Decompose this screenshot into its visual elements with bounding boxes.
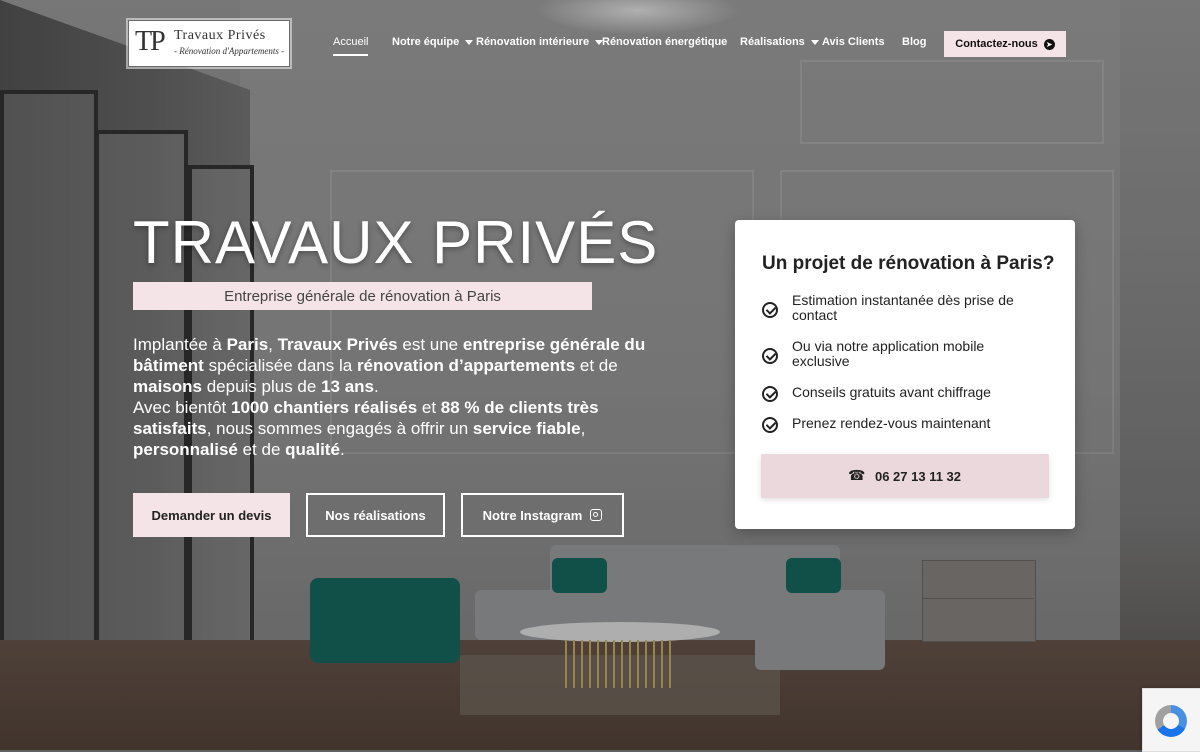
hero-emphasis: qualité: [285, 440, 340, 459]
chevron-down-icon: [810, 39, 819, 45]
hero-text-segment: depuis plus de: [201, 377, 322, 396]
nav-item-label: Avis Clients: [822, 36, 885, 48]
nav-item-label: Rénovation énergétique: [602, 36, 728, 48]
request-quote-button[interactable]: Demander un devis: [133, 493, 290, 537]
nav-item-renovation-energetique[interactable]: Rénovation énergétique: [602, 36, 727, 48]
hero-emphasis: service fiable: [472, 419, 581, 438]
hero-text-segment: et de: [237, 440, 286, 459]
card-item: Estimation instantanée dès prise de cont…: [792, 292, 1014, 323]
recaptcha-icon: [1155, 705, 1187, 737]
nav-item-avis-clients[interactable]: Avis Clients: [822, 36, 885, 48]
hero-text-segment: et de: [575, 356, 618, 375]
hero-text-segment: Implantée à: [133, 335, 227, 354]
hero-text-segment: et: [417, 398, 441, 417]
hero-text-segment: ,: [580, 419, 586, 438]
hero-emphasis: maisons: [133, 377, 202, 396]
nav-item-realisations[interactable]: Réalisations: [740, 36, 819, 48]
hero-text-segment: spécialisée dans la: [203, 356, 357, 375]
nav-item-renovation-interieure[interactable]: Rénovation intérieure: [476, 36, 604, 48]
instagram-icon: [590, 509, 603, 521]
project-card: Un projet de rénovation à Paris? Estimat…: [735, 220, 1075, 529]
hero-text-segment: est une: [397, 335, 463, 354]
hero-title: TRAVAUX PRIVÉS: [133, 209, 659, 276]
check-circle-icon: [762, 386, 778, 402]
logo[interactable]: TP Travaux Privés - Rénovation d'Apparte…: [128, 20, 290, 67]
phone-button[interactable]: 06 27 13 11 32: [761, 454, 1049, 498]
hero-emphasis: Paris: [226, 335, 269, 354]
hero-text-segment: Avec bientôt: [133, 398, 231, 417]
card-item: Prenez rendez-vous maintenant: [792, 415, 991, 431]
request-quote-label: Demander un devis: [151, 507, 272, 523]
hero-emphasis: 1000 chantiers réalisés: [230, 398, 418, 417]
nav-item-label: Notre équipe: [392, 36, 460, 48]
nav-item-label: Rénovation intérieure: [476, 36, 590, 48]
hero-emphasis: 13 ans: [321, 377, 375, 396]
card-item: Conseils gratuits avant chiffrage: [792, 384, 991, 400]
check-circle-icon: [762, 302, 778, 318]
nav-item-label: Blog: [902, 36, 927, 48]
hero-emphasis: Travaux Privés: [277, 335, 398, 354]
nav-item-notre-equipe[interactable]: Notre équipe: [392, 36, 474, 48]
contact-button[interactable]: Contactez-nous ➤: [944, 31, 1066, 57]
logo-mark: TP: [135, 26, 166, 57]
logo-tagline: - Rénovation d'Appartements -: [174, 46, 285, 56]
arrow-right-circle-icon: ➤: [1043, 38, 1055, 50]
hero-emphasis: rénovation d’appartements: [356, 356, 576, 375]
chevron-down-icon: [465, 39, 474, 45]
nav-item-accueil[interactable]: Accueil: [333, 36, 369, 56]
instagram-label: Notre Instagram: [482, 507, 583, 523]
instagram-button[interactable]: Notre Instagram: [461, 493, 624, 537]
our-projects-button[interactable]: Nos réalisations: [306, 493, 445, 537]
phone-number: 06 27 13 11 32: [874, 468, 962, 484]
hero-text-segment: , nous sommes engagés à offrir un: [206, 419, 473, 438]
hero-text-segment: .: [374, 377, 379, 396]
our-projects-label: Nos réalisations: [325, 507, 426, 523]
check-circle-icon: [762, 417, 778, 433]
phone-icon: [848, 467, 865, 484]
nav-item-blog[interactable]: Blog: [902, 36, 926, 48]
hero-text-segment: ,: [268, 335, 278, 354]
check-circle-icon: [762, 348, 778, 364]
nav-item-label: Accueil: [333, 36, 369, 48]
card-title: Un projet de rénovation à Paris?: [762, 253, 1055, 274]
nav-item-label: Réalisations: [740, 36, 805, 48]
hero-text-segment: .: [339, 440, 345, 459]
active-underline: [333, 54, 369, 56]
contact-button-label: Contactez-nous: [955, 38, 1038, 50]
hero-paragraph: Implantée à Paris, Travaux Privés est un…: [133, 334, 653, 460]
logo-name: Travaux Privés: [174, 28, 266, 43]
hero-subtitle: Entreprise générale de rénovation à Pari…: [133, 282, 592, 310]
hero-emphasis: personnalisé: [133, 440, 238, 459]
recaptcha-badge[interactable]: [1142, 688, 1200, 752]
card-item: Ou via notre application mobile exclusiv…: [792, 338, 985, 369]
